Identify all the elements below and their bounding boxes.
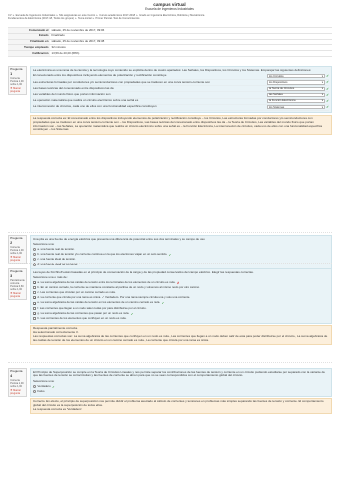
chevron-down-icon: ▾ [321,99,324,103]
select-one-label: Seleccione una: [33,378,55,383]
site-title[interactable]: campus virtual [0,0,339,7]
chevron-down-icon: ▾ [321,105,324,109]
checkbox[interactable]: ✔ [33,296,36,300]
question-info-1: Pregunta 1 Correcta Puntúa 1,00 sobre 1,… [8,66,27,96]
checkbox[interactable]: ✔ [33,281,36,285]
breadcrumb-item[interactable]: Tema inicial [78,17,92,20]
answer-select[interactable]: los Dispositivos ▾ [267,80,326,85]
question-feedback: Respuesta parcialmente correcta. Ha sele… [30,324,332,345]
question-content: Las leyes de Kirchhoff están basadas en … [30,268,332,324]
question-score: Puntúa 1,00 sobre 1,00 [10,79,24,86]
flag-question-button[interactable]: ⚑ Marcar pregunta [10,256,25,262]
question-body-4: El Principio de Superposición se cumple … [30,368,332,415]
question-score: Puntúa 1,00 sobre 1,00 [10,248,24,255]
attempt-summary-table: Comenzado el sábado, 25 de noviembre de 2… [8,27,332,58]
breadcrumb-item[interactable]: Primer Parcial. Test de Conocimientos [96,17,140,20]
correct-check-icon: ✓ [326,105,329,110]
radio-button[interactable] [33,253,36,257]
answer-select[interactable]: las Señales ▾ [267,92,326,97]
question-text: La electrónica es una rama de la ciencia… [33,67,312,72]
correct-check-icon: ✓ [326,80,329,85]
flag-question-button[interactable]: ⚑ Marcar pregunta [10,292,25,298]
question-divider [8,263,332,264]
chevron-down-icon: ▾ [321,93,324,97]
radio-button[interactable] [33,248,36,252]
question-info-3: Pregunta 3 Parcialmente correcta Puntúa … [8,268,27,301]
site-subtitle: Escuela de Ingenieros Industriales [145,7,194,12]
question-body-3: Las leyes de Kirchhoff están basadas en … [30,268,332,345]
question-score: Puntúa 0,60 sobre 1,00 [10,284,24,291]
correct-check-icon: ✓ [130,311,134,316]
question-content: Una pila es una fuente de energía eléctr… [30,235,332,270]
summary-label: Calificación [8,50,50,58]
question-number: Pregunta 2 [10,236,23,245]
breadcrumb: CV ► Escuela de Ingenieros Industriales … [8,14,205,21]
question-score: Puntúa 1,00 sobre 1,00 [10,381,24,388]
question-feedback: Correcto. En efecto, el principio de sup… [30,397,332,415]
correct-check-icon: ✓ [326,92,329,97]
question-number: Pregunta 3 [10,269,23,278]
question-text: Una pila es una fuente de energía eléctr… [33,236,205,241]
select-one-label: Seleccione una: [33,241,55,246]
radio-button[interactable] [33,258,36,262]
correct-check-icon: ✓ [326,86,329,91]
breadcrumb-item[interactable]: Fundamentos de Electrónica (2017-18, Tod… [8,17,74,20]
question-info-4: Pregunta 4 Correcta Puntúa 1,00 sobre 1,… [8,368,27,398]
question-divider [8,362,332,363]
question-text: Las leyes de Kirchhoff están basadas en … [33,269,254,274]
site-header: campus virtual Escuela de Ingenieros Ind… [0,0,339,12]
matching-row: La interconexión de circuitos, cada uno … [33,104,329,111]
summary-value: 13,59 de 20,00 (68%) [50,50,332,58]
chevron-down-icon: ▾ [321,74,324,78]
question-info-2: Pregunta 2 Correcta Puntúa 1,00 sobre 1,… [8,235,27,265]
question-feedback: La respuesta correcta es: El conexionado… [30,114,332,135]
answer-select[interactable]: la Teoría de Circuitos ▾ [267,86,326,91]
flag-question-button[interactable]: ⚑ Marcar pregunta [10,87,25,93]
radio-button[interactable] [33,390,36,394]
answer-select[interactable]: los Circuitos ▾ [267,74,326,79]
correct-check-icon: ✓ [52,384,55,389]
answer-option[interactable]: h. Las corrientes de los elementos que c… [33,316,329,321]
flag-question-button[interactable]: ⚑ Marcar pregunta [10,389,25,395]
correct-check-icon: ✓ [168,252,172,257]
checkbox[interactable] [33,291,36,295]
checkbox[interactable] [33,317,36,321]
question-body-1: La electrónica es una rama de la ciencia… [30,66,332,135]
select-many-label: Seleccione una o más de: [33,274,68,279]
correct-check-icon: ✓ [326,74,329,79]
checkbox[interactable] [33,286,36,290]
answer-select[interactable]: la Función Electrónica ▾ [267,99,326,104]
chevron-down-icon: ▾ [321,87,324,91]
quiz-review-page: campus virtual Escuela de Ingenieros Ind… [0,0,339,480]
correct-check-icon: ✓ [161,301,165,306]
question-number: Pregunta 1 [10,67,23,76]
question-content: La electrónica es una rama de la ciencia… [30,66,332,114]
answer-select[interactable]: los Sistemas ▾ [267,105,326,110]
radio-button[interactable] [33,385,36,389]
answer-option[interactable]: Falso [33,389,329,394]
checkbox[interactable]: ✔ [33,312,36,316]
chevron-down-icon: ▾ [321,80,324,84]
question-divider [8,232,332,233]
checkbox[interactable] [33,306,36,310]
breadcrumb-item[interactable]: Grado en Ingeniería Electrónica, Robótic… [139,14,204,17]
question-number: Pregunta 4 [10,369,23,378]
matching-rows: El conexionado entre los dispositivos in… [33,74,329,111]
summary-row: Calificación 13,59 de 20,00 (68%) [8,50,332,58]
question-text: El Principio de Superposición se cumple … [33,369,325,378]
question-content: El Principio de Superposición se cumple … [30,368,332,397]
correct-check-icon: ✓ [326,98,329,103]
checkbox[interactable]: ✔ [33,301,36,306]
